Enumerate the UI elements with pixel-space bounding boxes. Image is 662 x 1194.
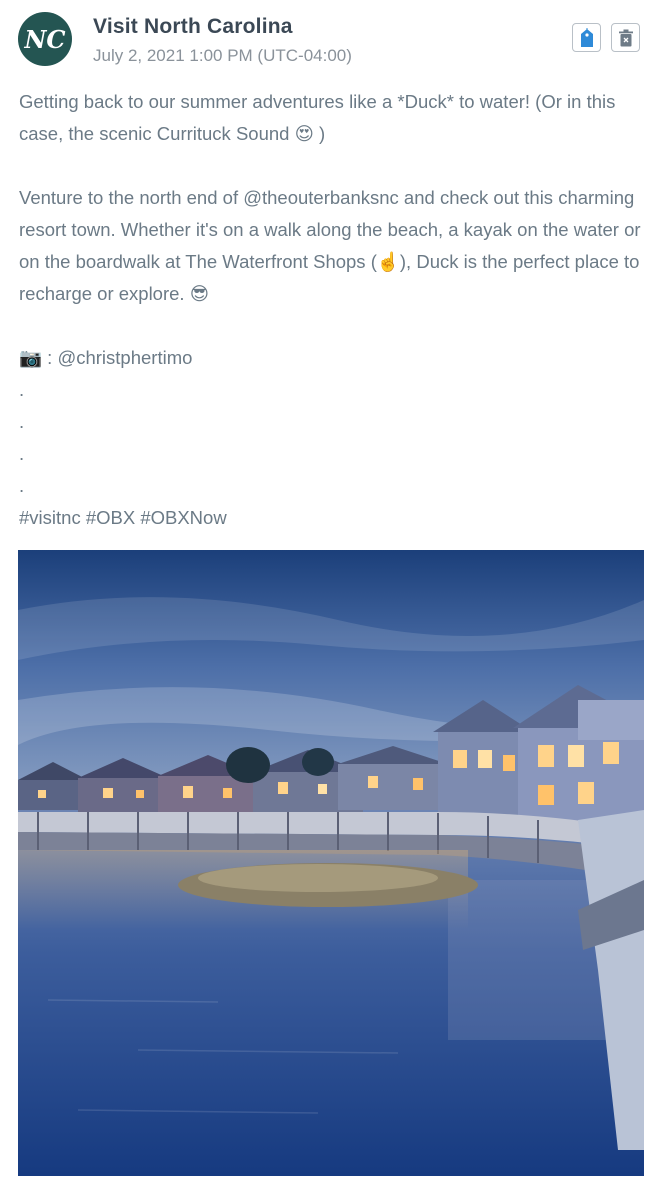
svg-text:NC: NC — [23, 25, 65, 54]
boardwalk-waterfront-photo[interactable] — [18, 550, 644, 1176]
post-actions — [572, 23, 640, 52]
post-header: NC Visit North Carolina July 2, 2021 1:0… — [18, 12, 640, 68]
avatar[interactable]: NC — [18, 12, 72, 66]
post-caption: Getting back to our summer adventures li… — [19, 91, 641, 528]
author-name[interactable]: Visit North Carolina — [93, 15, 293, 39]
delete-button[interactable] — [611, 23, 640, 52]
post-timestamp: July 2, 2021 1:00 PM (UTC-04:00) — [93, 46, 352, 65]
tag-button[interactable] — [572, 23, 601, 52]
social-post: NC Visit North Carolina July 2, 2021 1:0… — [0, 0, 662, 1194]
trash-icon — [618, 29, 633, 46]
nc-logo-icon: NC — [23, 25, 65, 54]
tag-icon — [580, 27, 593, 47]
